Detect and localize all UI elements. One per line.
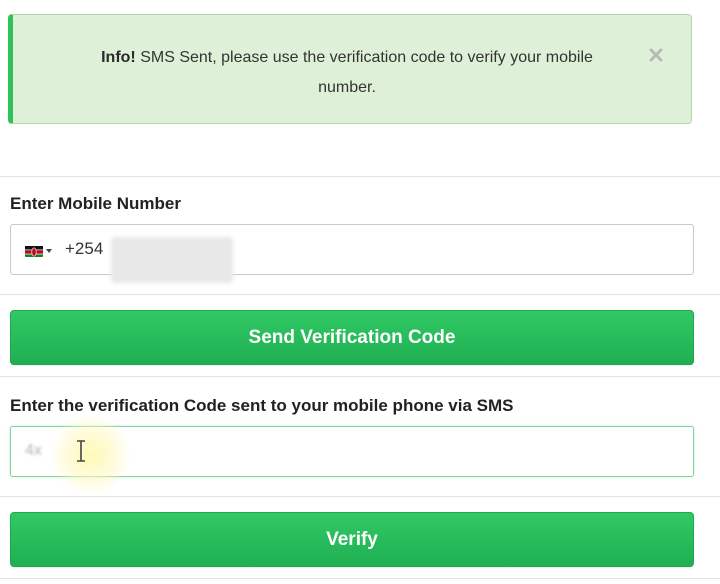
dial-code: +254 bbox=[65, 239, 104, 258]
send-verification-code-button[interactable]: Send Verification Code bbox=[10, 310, 694, 365]
divider bbox=[0, 376, 720, 377]
chevron-down-icon[interactable] bbox=[46, 249, 52, 253]
divider bbox=[0, 496, 720, 497]
redacted-number bbox=[111, 237, 233, 283]
mobile-number-label: Enter Mobile Number bbox=[10, 194, 181, 213]
verification-code-input[interactable]: 4x bbox=[10, 415, 694, 495]
kenya-flag-icon[interactable] bbox=[25, 245, 43, 257]
mobile-number-input[interactable]: +254 bbox=[10, 224, 694, 283]
alert-text: Info! SMS Sent, please use the verificat… bbox=[73, 43, 621, 103]
divider bbox=[0, 578, 720, 579]
divider bbox=[0, 176, 720, 177]
verification-page: Info! SMS Sent, please use the verificat… bbox=[0, 0, 720, 584]
divider bbox=[0, 294, 720, 295]
verification-code-label: Enter the verification Code sent to your… bbox=[10, 396, 514, 415]
verification-code-value: 4x bbox=[25, 442, 42, 459]
verify-button[interactable]: Verify bbox=[10, 512, 694, 567]
text-cursor-icon bbox=[75, 439, 87, 463]
alert-message: SMS Sent, please use the verification co… bbox=[140, 49, 593, 96]
close-icon[interactable] bbox=[646, 45, 666, 65]
alert-prefix: Info! bbox=[101, 49, 136, 66]
cursor-highlight bbox=[51, 415, 131, 495]
info-alert: Info! SMS Sent, please use the verificat… bbox=[8, 14, 692, 124]
